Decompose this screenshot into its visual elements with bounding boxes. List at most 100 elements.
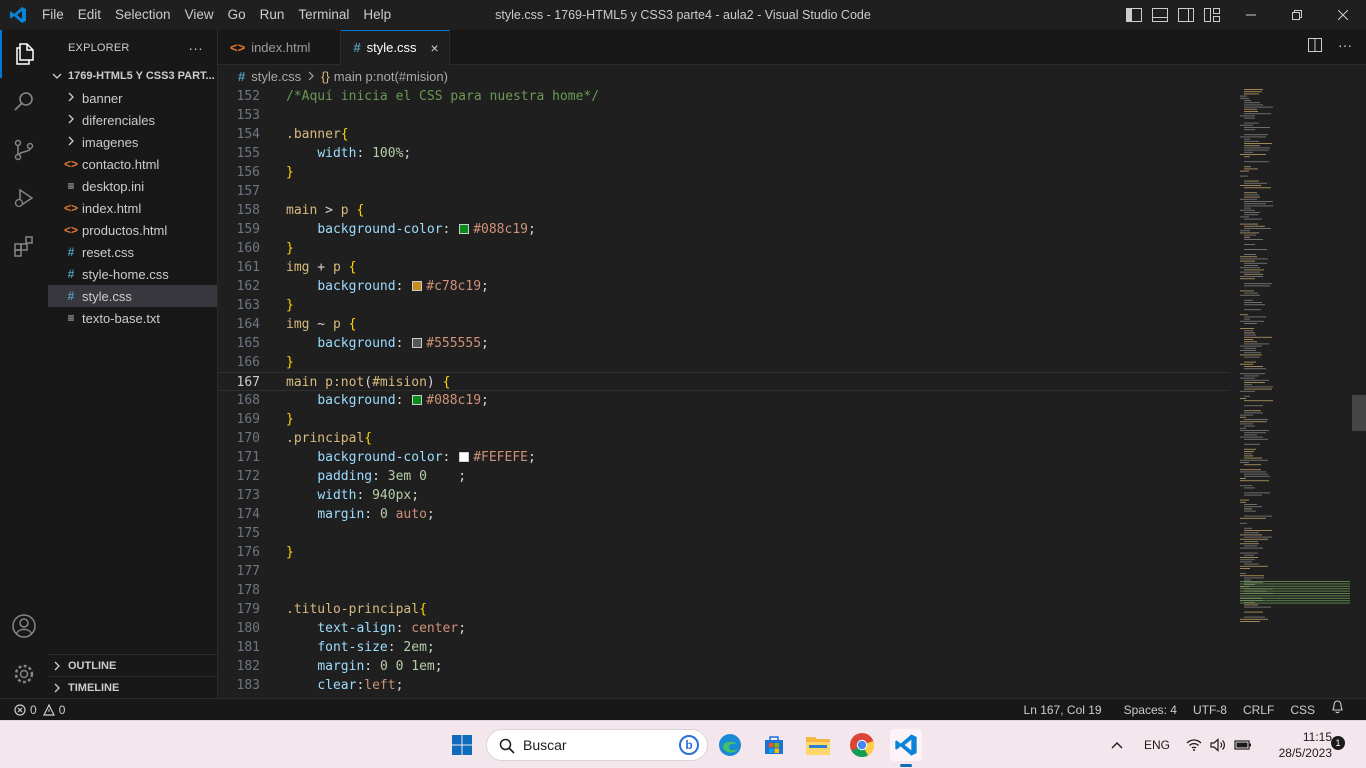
menu-help[interactable]: Help [356, 0, 398, 30]
input-language[interactable]: ENG [1144, 721, 1170, 768]
edge-browser-icon[interactable] [714, 729, 746, 761]
code-line[interactable]: 183 clear:left; [218, 676, 1230, 695]
outline-section[interactable]: OUTLINE [48, 654, 218, 676]
timeline-section[interactable]: TIMELINE [48, 676, 218, 698]
microsoft-store-icon[interactable] [758, 729, 790, 761]
code-line[interactable]: 170 .principal{ [218, 429, 1230, 448]
minimap[interactable] [1238, 87, 1358, 627]
code-line[interactable]: 174 margin: 0 auto; [218, 505, 1230, 524]
code-line[interactable]: 156} [218, 163, 1230, 182]
more-actions-icon[interactable]: ··· [188, 40, 203, 56]
scrollbar-thumb[interactable] [1352, 395, 1366, 431]
code-line[interactable]: 178 [218, 581, 1230, 600]
split-editor-icon[interactable] [1308, 38, 1322, 55]
color-swatch[interactable] [412, 395, 423, 405]
toggle-panel-icon[interactable] [1151, 6, 1169, 24]
code-line[interactable]: 171 background-color: #FEFEFE; [218, 448, 1230, 467]
indentation[interactable]: Spaces: 4 [1116, 699, 1185, 721]
tree-folder-banner[interactable]: banner [48, 87, 217, 109]
notification-count-badge[interactable]: 1 [1331, 736, 1345, 750]
accounts-icon[interactable] [0, 602, 48, 650]
cursor-position[interactable]: Ln 167, Col 19 [1016, 699, 1110, 721]
tree-file-contacto-html[interactable]: <> contacto.html [48, 153, 217, 175]
code-line[interactable]: 165 background: #555555; [218, 334, 1230, 353]
more-actions-icon[interactable]: ··· [1338, 38, 1352, 55]
code-line[interactable]: 176} [218, 543, 1230, 562]
code-line[interactable]: 180 text-align: center; [218, 619, 1230, 638]
menu-file[interactable]: File [35, 0, 71, 30]
explorer-icon[interactable] [0, 30, 48, 78]
volume-icon[interactable] [1210, 721, 1226, 768]
menu-selection[interactable]: Selection [108, 0, 178, 30]
code-line[interactable]: 155 width: 100%; [218, 144, 1230, 163]
search-icon[interactable] [0, 78, 48, 126]
breadcrumb-symbol[interactable]: main p:not(#mision) [334, 69, 448, 84]
language-mode[interactable]: CSS [1282, 699, 1323, 721]
code-line[interactable]: 152 /*Aquí inicia el CSS para nuestra hom… [218, 87, 1230, 106]
tree-file-reset-css[interactable]: # reset.css [48, 241, 217, 263]
problems-indicator[interactable]: 0 0 [14, 699, 65, 721]
code-line[interactable]: 160} [218, 239, 1230, 258]
breadcrumb-file[interactable]: style.css [251, 69, 301, 84]
chrome-browser-icon[interactable] [846, 729, 878, 761]
code-line[interactable]: 177 [218, 562, 1230, 581]
code-line[interactable]: 181 font-size: 2em; [218, 638, 1230, 657]
code-line[interactable]: 172 padding: 3em 0 ; [218, 467, 1230, 486]
notifications-bell-icon[interactable] [1323, 699, 1352, 721]
code-line[interactable]: 161 img + p { [218, 258, 1230, 277]
file-explorer-icon[interactable] [802, 729, 834, 761]
code-line[interactable]: 163} [218, 296, 1230, 315]
encoding[interactable]: UTF-8 [1185, 699, 1235, 721]
code-line[interactable]: 162 background: #c78c19; [218, 277, 1230, 296]
code-line[interactable]: 159 background-color: #088c19; [218, 220, 1230, 239]
wifi-icon[interactable] [1186, 721, 1202, 768]
battery-icon[interactable] [1234, 721, 1252, 768]
color-swatch[interactable] [459, 452, 470, 462]
minimize-icon[interactable] [1228, 0, 1274, 30]
code-line[interactable]: 168 background: #088c19; [218, 391, 1230, 410]
customize-layout-icon[interactable] [1203, 6, 1221, 24]
tree-file-texto-base-txt[interactable]: ≡ texto-base.txt [48, 307, 217, 329]
extensions-icon[interactable] [0, 222, 48, 270]
menu-run[interactable]: Run [253, 0, 292, 30]
settings-gear-icon[interactable] [0, 650, 48, 698]
menu-edit[interactable]: Edit [71, 0, 108, 30]
menu-go[interactable]: Go [221, 0, 253, 30]
restore-icon[interactable] [1274, 0, 1320, 30]
run-debug-icon[interactable] [0, 174, 48, 222]
color-swatch[interactable] [459, 224, 470, 234]
windows-start-icon[interactable] [446, 729, 478, 761]
workspace-folder[interactable]: 1769-HTML5 Y CSS3 PART... [48, 65, 217, 87]
tree-file-desktop-ini[interactable]: ≡ desktop.ini [48, 175, 217, 197]
code-line[interactable]: 157 [218, 182, 1230, 201]
code-line[interactable]: 175 [218, 524, 1230, 543]
close-window-icon[interactable] [1320, 0, 1366, 30]
code-line[interactable]: 173 width: 940px; [218, 486, 1230, 505]
vscode-taskbar-icon[interactable] [890, 729, 922, 767]
code-line[interactable]: 154 .banner{ [218, 125, 1230, 144]
code-editor[interactable]: 152 /*Aquí inicia el CSS para nuestra hom… [218, 87, 1366, 698]
menu-view[interactable]: View [178, 0, 221, 30]
code-line[interactable]: 164 img ~ p { [218, 315, 1230, 334]
toggle-primary-sidebar-icon[interactable] [1125, 6, 1143, 24]
code-line[interactable]: 169} [218, 410, 1230, 429]
show-hidden-icons[interactable] [1110, 721, 1124, 768]
close-tab-icon[interactable]: × [431, 40, 439, 56]
code-line[interactable]: 167 main p:not(#mision) { [218, 372, 1230, 391]
color-swatch[interactable] [412, 338, 423, 348]
system-clock[interactable]: 11:15 28/5/2023 [1262, 729, 1332, 761]
tab-style-css[interactable]: # style.css × [341, 30, 450, 65]
color-swatch[interactable] [412, 281, 423, 291]
tree-file-style-css[interactable]: # style.css [48, 285, 217, 307]
code-line[interactable]: 182 margin: 0 0 1em; [218, 657, 1230, 676]
code-line[interactable]: 166} [218, 353, 1230, 372]
code-line[interactable]: 153 [218, 106, 1230, 125]
code-line[interactable]: 179 .titulo-principal{ [218, 600, 1230, 619]
tab-index-html[interactable]: <> index.html [218, 30, 342, 65]
tree-file-index-html[interactable]: <> index.html [48, 197, 217, 219]
tree-file-style-home-css[interactable]: # style-home.css [48, 263, 217, 285]
code-line[interactable]: 158 main > p { [218, 201, 1230, 220]
tree-folder-imagenes[interactable]: imagenes [48, 131, 217, 153]
toggle-secondary-sidebar-icon[interactable] [1177, 6, 1195, 24]
end-of-line[interactable]: CRLF [1235, 699, 1282, 721]
